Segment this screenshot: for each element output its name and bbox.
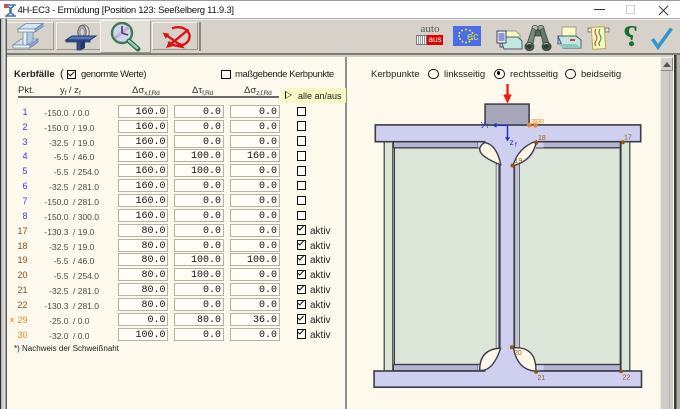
svg-text:2930: 2930 bbox=[531, 119, 544, 126]
svg-text:f: f bbox=[515, 142, 517, 149]
svg-text:18: 18 bbox=[538, 135, 546, 142]
svg-text:22: 22 bbox=[623, 375, 631, 382]
svg-text:z: z bbox=[510, 137, 514, 147]
svg-text:21: 21 bbox=[538, 375, 546, 382]
svg-text:19: 19 bbox=[515, 158, 523, 165]
svg-text:f: f bbox=[487, 123, 489, 130]
svg-text:17: 17 bbox=[624, 135, 632, 142]
svg-text:ec: ec bbox=[467, 31, 479, 43]
svg-text:20: 20 bbox=[514, 350, 522, 357]
